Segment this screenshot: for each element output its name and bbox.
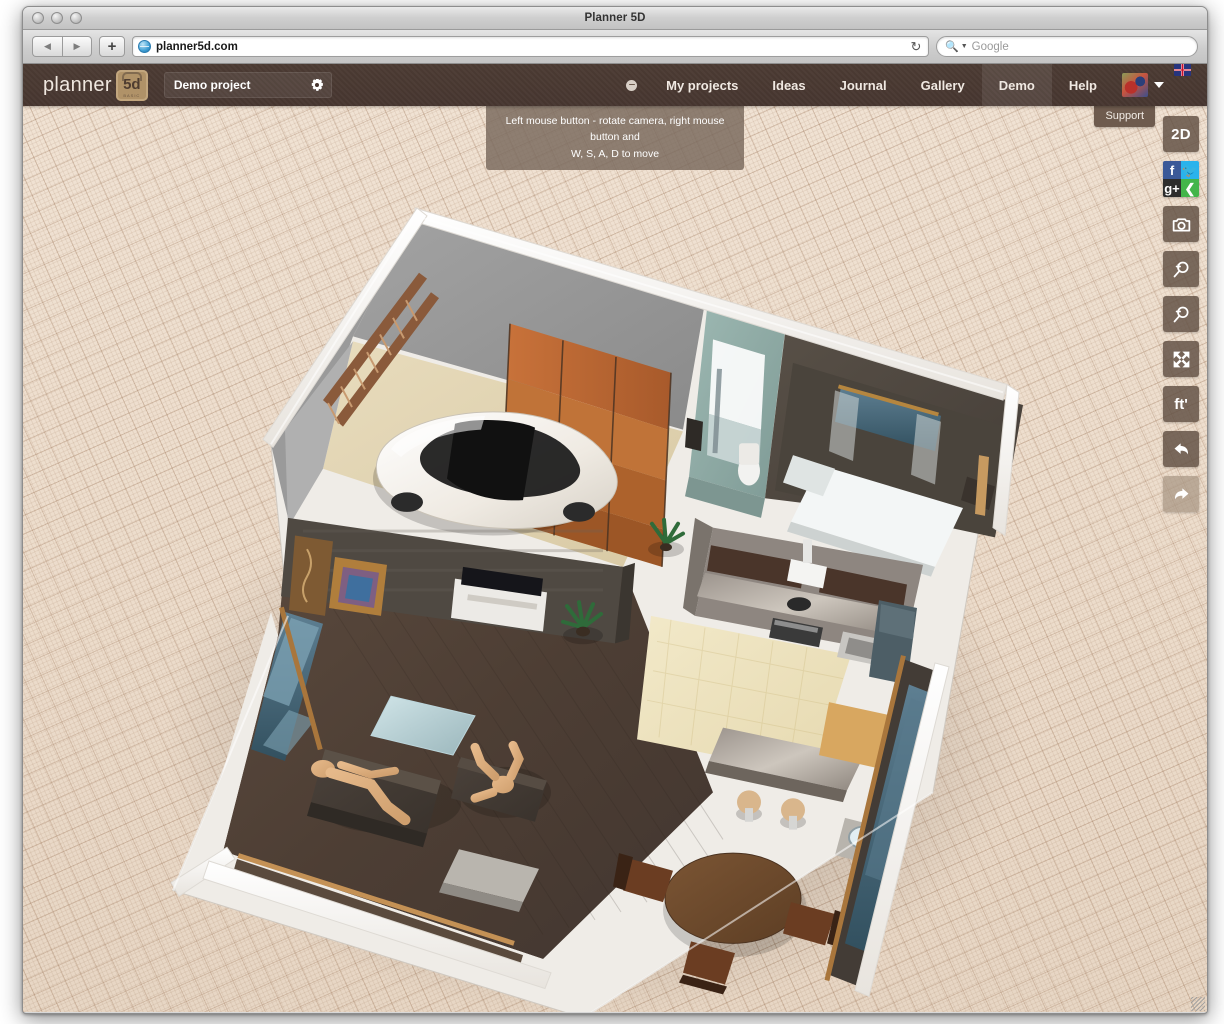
nav-buttons: ◀ ▶ — [32, 36, 92, 57]
house-roof-icon — [122, 72, 142, 81]
logo-badge-sub: BASIC — [123, 93, 140, 98]
nav-item-ideas[interactable]: Ideas — [755, 64, 822, 106]
project-name-field[interactable]: Demo project — [164, 72, 332, 98]
wall-art — [329, 557, 387, 616]
browser-titlebar: Planner 5D — [23, 7, 1207, 30]
units-button[interactable]: ft' — [1163, 386, 1199, 422]
fullscreen-arrows-icon — [1171, 349, 1192, 370]
browser-window: Planner 5D ◀ ▶ + planner5d.com ↻ 🔍 ▼ Goo… — [22, 6, 1208, 1014]
facebook-icon[interactable]: f — [1163, 161, 1181, 179]
floor-plan-render — [23, 106, 1207, 1012]
address-bar[interactable]: planner5d.com ↻ — [132, 36, 929, 57]
right-toolbar: 2D f 🐦 g+ ❮ — [1163, 116, 1199, 512]
close-button[interactable] — [32, 12, 44, 24]
zoom-button[interactable] — [70, 12, 82, 24]
account-menu[interactable] — [1114, 64, 1174, 106]
zoom-in-button[interactable] — [1163, 251, 1199, 287]
chevron-down-icon[interactable] — [1154, 82, 1164, 88]
camera-icon — [1171, 214, 1192, 235]
nav-item-demo[interactable]: Demo — [982, 64, 1052, 106]
project-name-value: Demo project — [174, 78, 251, 92]
3d-viewport[interactable]: Left mouse button - rotate camera, right… — [23, 106, 1207, 1012]
fullscreen-button[interactable] — [1163, 341, 1199, 377]
twitter-icon[interactable]: 🐦 — [1181, 161, 1199, 179]
search-placeholder: Google — [972, 41, 1009, 53]
screenshot-button[interactable] — [1163, 206, 1199, 242]
redo-button[interactable] — [1163, 476, 1199, 512]
logo-wordmark: planner — [43, 74, 112, 97]
search-input[interactable]: 🔍 ▼ Google — [936, 36, 1198, 57]
search-icon: 🔍 — [945, 40, 959, 53]
browser-toolbar: ◀ ▶ + planner5d.com ↻ 🔍 ▼ Google — [23, 30, 1207, 64]
main-nav: My projects Ideas Journal Gallery Demo H… — [612, 64, 1207, 106]
address-bar-value: planner5d.com — [156, 41, 238, 53]
view-2d-button[interactable]: 2D — [1163, 116, 1199, 152]
redo-arrow-icon — [1171, 484, 1192, 505]
home-dot-icon[interactable] — [612, 64, 649, 106]
back-arrow-icon[interactable]: ◀ — [32, 36, 62, 57]
camera-hint-tooltip: Left mouse button - rotate camera, right… — [486, 106, 744, 170]
reload-icon[interactable]: ↻ — [908, 39, 924, 55]
nav-item-my-projects[interactable]: My projects — [649, 64, 755, 106]
gear-icon[interactable] — [311, 79, 324, 92]
planner5d-logo[interactable]: planner 5d BASIC — [23, 64, 158, 106]
nav-item-gallery[interactable]: Gallery — [904, 64, 982, 106]
undo-arrow-icon — [1171, 439, 1192, 460]
floor-plan-scene[interactable] — [23, 106, 1207, 1012]
minimize-button[interactable] — [51, 12, 63, 24]
search-dropdown-icon[interactable]: ▼ — [961, 43, 968, 50]
magnifier-minus-icon — [1171, 304, 1192, 325]
support-tab[interactable]: Support — [1094, 106, 1155, 127]
undo-button[interactable] — [1163, 431, 1199, 467]
googleplus-icon[interactable]: g+ — [1163, 179, 1181, 197]
magnifier-plus-icon — [1171, 259, 1192, 280]
window-resize-grip[interactable] — [1191, 997, 1205, 1011]
share-icon[interactable]: ❮ — [1181, 179, 1199, 197]
new-tab-button[interactable]: + — [99, 36, 125, 57]
uk-flag-icon[interactable] — [1174, 64, 1191, 76]
globe-icon — [138, 40, 151, 53]
hint-line-2: W, S, A, D to move — [494, 146, 736, 162]
logo-badge-icon: 5d BASIC — [116, 70, 148, 101]
window-traffic-lights[interactable] — [32, 12, 82, 24]
web-page: planner 5d BASIC Demo project My project… — [23, 64, 1207, 1012]
nav-item-journal[interactable]: Journal — [823, 64, 904, 106]
app-header: planner 5d BASIC Demo project My project… — [23, 64, 1207, 106]
zoom-out-button[interactable] — [1163, 296, 1199, 332]
social-share-group[interactable]: f 🐦 g+ ❮ — [1163, 161, 1199, 197]
avatar[interactable] — [1122, 73, 1148, 97]
hint-line-1: Left mouse button - rotate camera, right… — [494, 113, 736, 146]
nav-item-help[interactable]: Help — [1052, 64, 1114, 106]
forward-arrow-icon[interactable]: ▶ — [62, 36, 92, 57]
window-title: Planner 5D — [23, 7, 1207, 30]
